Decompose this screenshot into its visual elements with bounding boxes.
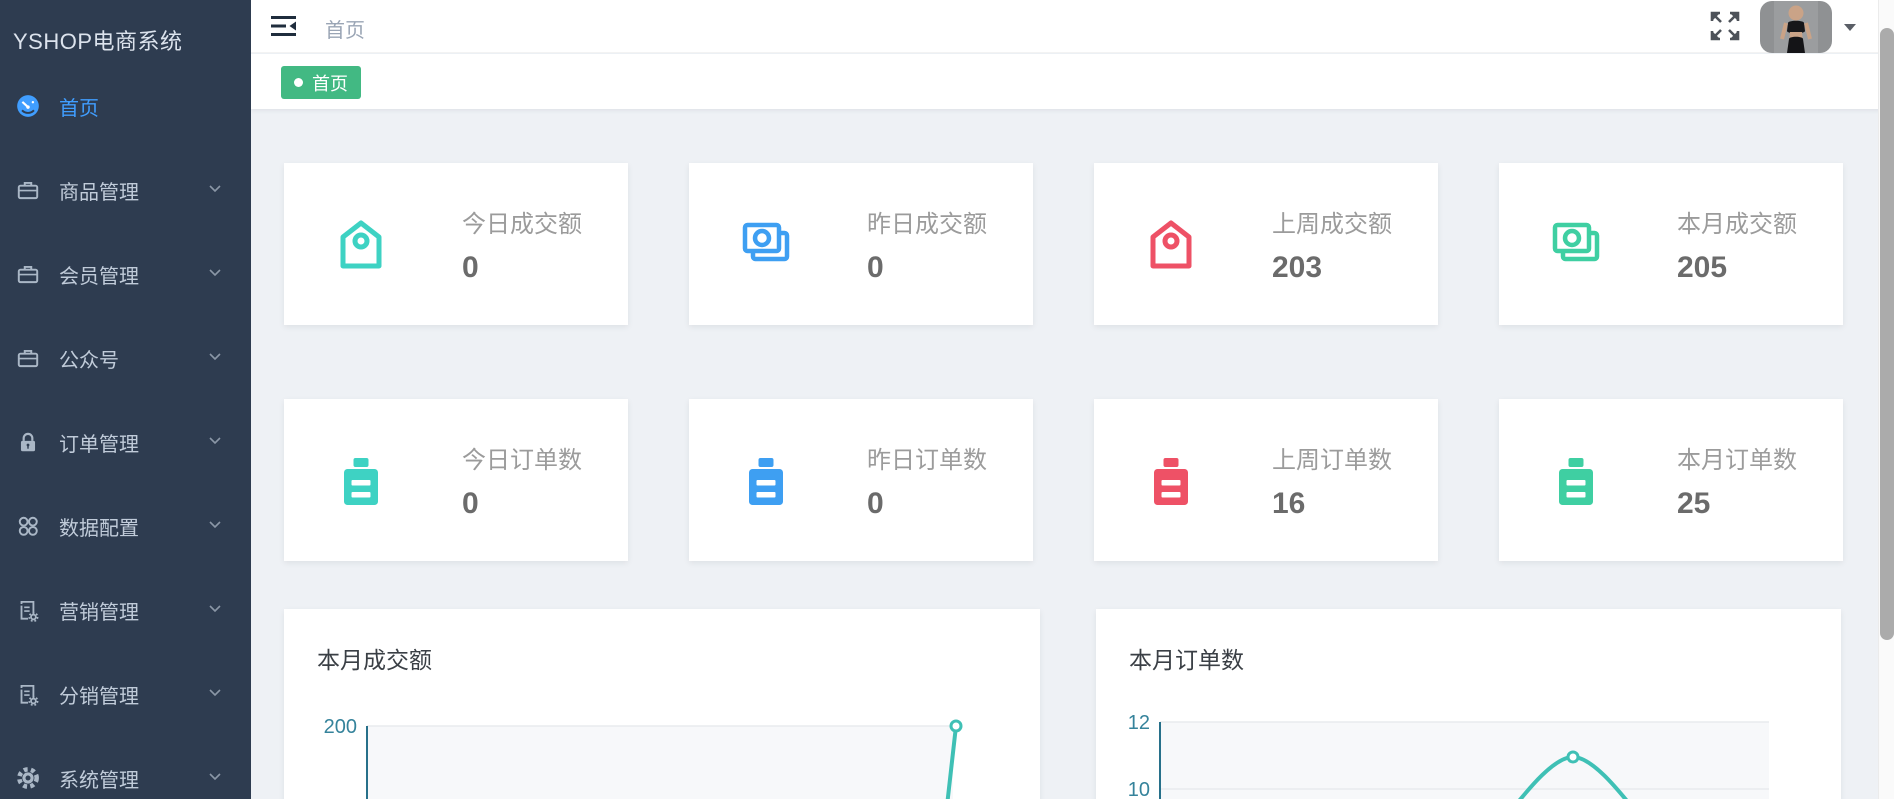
sidebar-item-orders[interactable]: 订单管理 — [0, 400, 251, 484]
stat-value: 16 — [1272, 486, 1306, 520]
stats-row-orders: 今日订单数 0 昨日订单数 0 上周订单数 16 本月订单数 25 — [284, 399, 1845, 561]
main-content: 今日成交额 0 昨日成交额 0 上周成交额 203 本月成交额 205 今日订单… — [251, 109, 1878, 799]
sidebar-item-label: 公众号 — [59, 349, 119, 372]
sidebar-item-system[interactable]: 系统管理 — [0, 736, 251, 799]
sidebar-item-label: 分销管理 — [59, 685, 139, 708]
caret-down-icon[interactable] — [1844, 24, 1856, 32]
tag-label: 首页 — [312, 73, 348, 94]
app-title: YSHOP电商系统 — [13, 29, 183, 54]
stat-value: 205 — [1677, 250, 1728, 284]
chevron-down-icon — [209, 185, 221, 193]
sidebar-item-members[interactable]: 会员管理 — [0, 232, 251, 316]
sidebar-item-label: 订单管理 — [59, 433, 139, 456]
sidebar-item-label: 首页 — [59, 97, 99, 120]
sidebar-item-distribution[interactable]: 分销管理 — [0, 652, 251, 736]
stat-value: 25 — [1677, 486, 1711, 520]
stat-card-yesterday-sales: 昨日成交额 0 — [689, 163, 1033, 325]
svg-text:12: 12 — [1129, 712, 1150, 734]
stat-label: 今日订单数 — [462, 446, 582, 474]
stat-card-month-sales: 本月成交额 205 — [1499, 163, 1843, 325]
scrollbar-thumb[interactable] — [1880, 28, 1894, 640]
stat-label: 本月成交额 — [1677, 210, 1797, 238]
breadcrumb[interactable]: 首页 — [325, 14, 365, 43]
sidebar-item-label: 营销管理 — [59, 601, 139, 624]
clipboard-icon — [344, 458, 378, 505]
avatar[interactable] — [1760, 1, 1832, 53]
sidebar-item-label: 商品管理 — [59, 181, 139, 204]
banknotes-icon — [1552, 222, 1600, 262]
sidebar-item-label: 系统管理 — [59, 769, 139, 792]
chevron-down-icon — [209, 353, 221, 361]
stat-label: 今日成交额 — [462, 210, 582, 238]
chevron-down-icon — [209, 437, 221, 445]
active-dot-icon — [294, 78, 303, 87]
chart-title: 本月成交额 — [317, 647, 432, 673]
stat-label: 昨日订单数 — [867, 446, 987, 474]
sidebar-item-data-config[interactable]: 数据配置 — [0, 484, 251, 568]
stat-card-month-orders: 本月订单数 25 — [1499, 399, 1843, 561]
chevron-down-icon — [209, 521, 221, 529]
document-gear-icon — [20, 600, 39, 623]
chart-card-month-sales: 本月成交额 200 — [284, 609, 1040, 799]
chevron-down-icon — [209, 269, 221, 277]
clipboard-icon — [1559, 458, 1593, 505]
sidebar-item-products[interactable]: 商品管理 — [0, 148, 251, 232]
lock-icon — [20, 432, 36, 452]
scrollbar-track — [1878, 0, 1894, 799]
chart-card-month-orders: 本月订单数 12 10 — [1096, 609, 1841, 799]
month-sales-line-chart: 200 — [324, 716, 963, 799]
stat-value: 203 — [1272, 250, 1323, 284]
tag-home[interactable]: 首页 — [281, 66, 361, 99]
chevron-down-icon — [209, 605, 221, 613]
sidebar-item-marketing[interactable]: 营销管理 — [0, 568, 251, 652]
document-gear-icon — [20, 684, 39, 707]
briefcase-icon — [17, 265, 39, 284]
clipboard-icon — [749, 458, 783, 505]
stat-card-today-orders: 今日订单数 0 — [284, 399, 628, 561]
stat-value: 0 — [867, 250, 884, 284]
menu-fold-icon[interactable] — [271, 14, 299, 38]
stat-card-yesterday-orders: 昨日订单数 0 — [689, 399, 1033, 561]
stat-value: 0 — [462, 486, 479, 520]
sidebar: YSHOP电商系统 首页 商品管理 会员管理 公众号 订单管理 数据配置 营销管… — [0, 0, 251, 799]
gear-icon — [17, 767, 39, 789]
sidebar-item-label: 数据配置 — [59, 517, 139, 540]
fullscreen-icon[interactable] — [1708, 9, 1742, 43]
stat-value: 0 — [462, 250, 479, 284]
chevron-down-icon — [209, 689, 221, 697]
stat-label: 昨日成交额 — [867, 210, 987, 238]
briefcase-icon — [17, 349, 39, 368]
charts-row: 本月成交额 200 本月订单数 12 10 — [284, 609, 1845, 799]
stat-card-lastweek-sales: 上周成交额 203 — [1094, 163, 1438, 325]
stat-label: 本月订单数 — [1677, 446, 1797, 474]
tags-bar: 首页 — [251, 54, 1894, 109]
topbar: 首页 — [251, 0, 1894, 53]
dashboard-icon — [17, 95, 39, 117]
month-orders-line-chart: 12 10 — [1129, 712, 1769, 799]
stat-label: 上周成交额 — [1272, 210, 1392, 238]
sidebar-item-home[interactable]: 首页 — [0, 64, 251, 148]
stat-card-today-sales: 今日成交额 0 — [284, 163, 628, 325]
sidebar-nav: 首页 商品管理 会员管理 公众号 订单管理 数据配置 营销管理 分销管理 系统管… — [0, 64, 251, 799]
briefcase-icon — [17, 181, 39, 200]
price-tag-icon — [340, 220, 382, 269]
stats-row-sales: 今日成交额 0 昨日成交额 0 上周成交额 203 本月成交额 205 — [284, 163, 1845, 325]
stat-value: 0 — [867, 486, 884, 520]
sidebar-item-label: 会员管理 — [59, 265, 139, 288]
chart-title: 本月订单数 — [1129, 647, 1244, 673]
banknotes-icon — [742, 222, 790, 262]
svg-text:200: 200 — [324, 716, 357, 738]
stat-label: 上周订单数 — [1272, 446, 1392, 474]
chevron-down-icon — [209, 773, 221, 781]
clipboard-icon — [1154, 458, 1188, 505]
stat-card-lastweek-orders: 上周订单数 16 — [1094, 399, 1438, 561]
grid-circles-icon — [18, 516, 38, 536]
sidebar-item-wechat[interactable]: 公众号 — [0, 316, 251, 400]
price-tag-icon — [1150, 220, 1192, 269]
svg-text:10: 10 — [1129, 779, 1150, 799]
